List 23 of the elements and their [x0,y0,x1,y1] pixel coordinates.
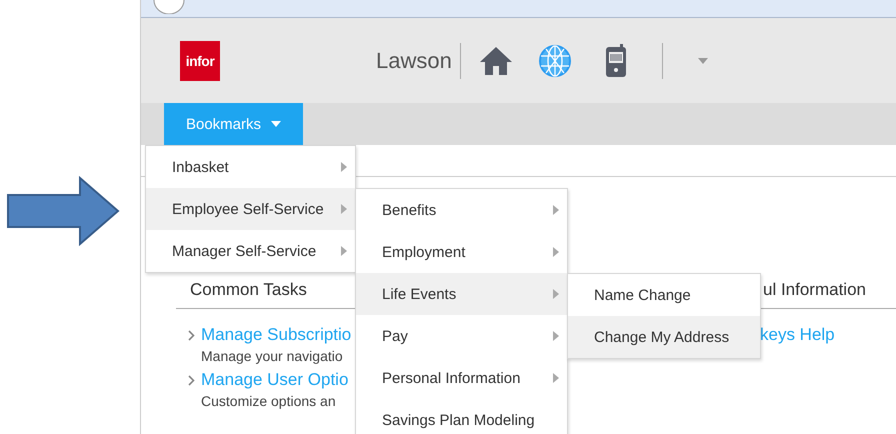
menu-item[interactable]: Employment [356,231,567,273]
menu-item[interactable]: Pay [356,315,567,357]
menu-item[interactable]: Personal Information [356,357,567,399]
menu-item[interactable]: Benefits [356,189,567,231]
menu-item[interactable]: Manager Self-Service [146,230,355,272]
task-description: Manage your navigatio [201,348,344,364]
chevron-right-icon [188,375,195,386]
round-button-icon[interactable] [153,0,185,14]
task-description: Customize options an [201,393,337,409]
app-name: Lawson [376,48,452,74]
logo: infor [180,40,220,80]
menu-item[interactable]: Name Change [568,274,760,316]
mobile-device-icon[interactable] [604,44,627,78]
globe-icon[interactable] [538,44,572,78]
chevron-right-icon [188,330,195,341]
menu-item[interactable]: Life Events [356,273,567,315]
caret-icon [271,121,282,127]
dropdown-caret-icon [698,58,708,64]
menu-item[interactable]: Savings Plan Modeling [356,399,567,434]
menu-item[interactable]: Change My Address [568,316,760,358]
menu-item[interactable]: Inbasket [146,146,355,188]
home-icon[interactable] [478,46,513,76]
menu-item[interactable]: Employee Self-Service [146,188,355,230]
